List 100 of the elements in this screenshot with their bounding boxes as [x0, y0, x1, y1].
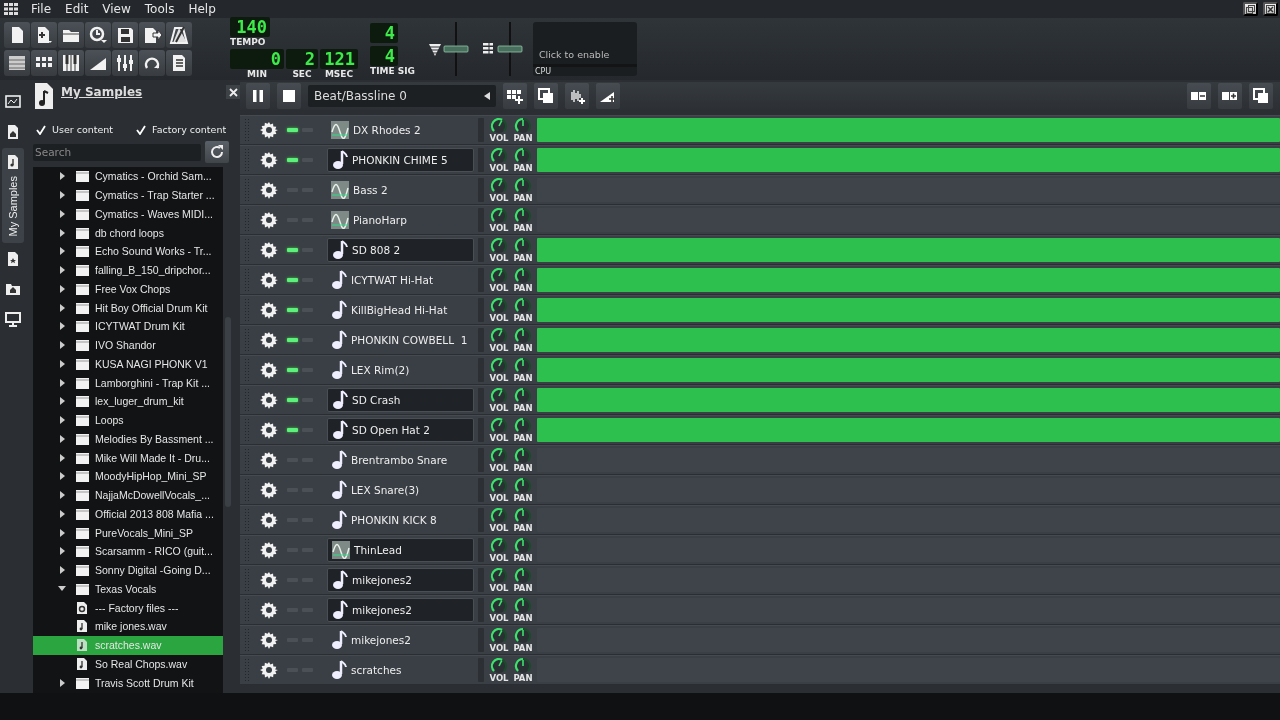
volume-knob[interactable] [490, 177, 508, 194]
tree-item[interactable]: Melodies By Bassment ... [33, 429, 223, 449]
template-button[interactable] [31, 22, 57, 48]
clone-steps-button[interactable] [1249, 83, 1273, 109]
track-name-button[interactable]: ThinLead [327, 538, 474, 562]
tree-item[interactable]: Cymatics - Waves MIDI... [33, 204, 223, 224]
pattern-clip[interactable] [537, 238, 1280, 262]
volume-knob[interactable] [490, 627, 508, 644]
app-grid-icon[interactable] [4, 3, 18, 15]
recent-button[interactable] [85, 22, 111, 48]
volume-knob[interactable] [490, 597, 508, 614]
tree-item[interactable]: PureVocals_Mini_SP [33, 523, 223, 542]
mute-toggle[interactable] [287, 398, 298, 402]
track-name-button[interactable]: KillBigHead Hi-Hat [327, 298, 474, 322]
tree-item[interactable]: Echo Sound Works - Tr... [33, 242, 223, 261]
pattern-clip[interactable] [537, 148, 1280, 172]
pan-knob[interactable] [514, 327, 532, 344]
pan-knob[interactable] [514, 147, 532, 164]
pan-knob[interactable] [514, 507, 532, 524]
tree-item[interactable]: Cymatics - Orchid Sam... [33, 167, 223, 186]
pan-knob[interactable] [514, 297, 532, 314]
tree-item[interactable]: ICYTWAT Drum Kit [33, 317, 223, 336]
search-field[interactable]: Search [33, 143, 201, 161]
settings-icon[interactable] [260, 301, 278, 319]
metronome-button[interactable] [166, 22, 192, 48]
pattern-clip[interactable] [537, 358, 1280, 382]
menu-item[interactable]: File [24, 2, 59, 16]
tree-item[interactable]: Hit Boy Official Drum Kit [33, 298, 223, 317]
track-name-button[interactable]: PHONKIN CHIME 5 [327, 148, 474, 172]
menu-item[interactable]: View [95, 2, 138, 16]
mute-toggle[interactable] [287, 308, 298, 312]
volume-knob[interactable] [490, 537, 508, 554]
caret-right-icon[interactable] [58, 228, 66, 237]
pattern-dropdown[interactable]: Beat/Bassline 0 [308, 85, 496, 107]
sidebar-tab[interactable]: My Samples [2, 148, 24, 243]
settings-icon[interactable] [260, 601, 278, 619]
settings-icon[interactable] [260, 571, 278, 589]
track-name-button[interactable]: mikejones2 [327, 628, 474, 652]
tree-item[interactable]: IVO Shandor [33, 335, 223, 355]
refresh-button[interactable] [205, 141, 229, 163]
track-name-button[interactable]: SD Crash [327, 388, 474, 412]
cpu-graph[interactable]: Click to enable CPU [532, 22, 637, 76]
pan-knob[interactable] [514, 417, 532, 434]
caret-right-icon[interactable] [58, 453, 66, 462]
tree-item[interactable]: Free Vox Chops [33, 279, 223, 299]
tree-item[interactable]: Mike Will Made It - Dru... [33, 448, 223, 467]
pan-knob[interactable] [514, 657, 532, 674]
settings-icon[interactable] [260, 331, 278, 349]
save-button[interactable] [112, 22, 138, 48]
settings-icon[interactable] [260, 481, 278, 499]
settings-icon[interactable] [260, 181, 278, 199]
pan-knob[interactable] [514, 597, 532, 614]
volume-knob[interactable] [490, 357, 508, 374]
tree-item[interactable]: Lamborghini - Trap Kit ... [33, 373, 223, 392]
pan-knob[interactable] [514, 207, 532, 224]
track-name-button[interactable]: LEX Snare(3) [327, 478, 474, 502]
track-name-button[interactable]: SD Open Hat 2 [327, 418, 474, 442]
settings-icon[interactable] [260, 451, 278, 469]
caret-right-icon[interactable] [58, 172, 66, 181]
track-name-button[interactable]: mikejones2 [327, 598, 474, 622]
tree-item[interactable]: Travis Scott Drum Kit [33, 673, 223, 692]
settings-icon[interactable] [260, 631, 278, 649]
restore-button[interactable] [1243, 2, 1258, 16]
checkbox[interactable] [35, 124, 46, 135]
tree-item[interactable]: MoodyHipHop_Mini_SP [33, 467, 223, 486]
track-name-button[interactable]: ICYTWAT Hi-Hat [327, 268, 474, 292]
track-name-button[interactable]: LEX Rim(2) [327, 358, 474, 382]
tree-item[interactable]: Scarsamm - RICO (guit... [33, 542, 223, 561]
volume-knob[interactable] [490, 267, 508, 284]
export-button[interactable] [139, 22, 165, 48]
clone-button[interactable] [534, 83, 558, 109]
pan-knob[interactable] [514, 177, 532, 194]
tree-item[interactable]: Loops [33, 410, 223, 430]
pan-knob[interactable] [514, 627, 532, 644]
mute-toggle[interactable] [287, 338, 298, 342]
close-button[interactable] [226, 85, 240, 99]
settings-icon[interactable] [260, 661, 278, 679]
settings-icon[interactable] [260, 241, 278, 259]
tree-item[interactable]: KUSA NAGI PHONK V1 [33, 354, 223, 374]
settings-icon[interactable] [260, 541, 278, 559]
tree-item[interactable]: db chord loops [33, 223, 223, 242]
volume-knob[interactable] [490, 567, 508, 584]
notes-button[interactable] [166, 50, 192, 76]
mixer-button[interactable] [112, 50, 138, 76]
master-volume-slider[interactable] [442, 22, 469, 76]
caret-right-icon[interactable] [58, 678, 66, 687]
settings-icon[interactable] [260, 151, 278, 169]
mute-toggle[interactable] [287, 158, 298, 162]
song-editor-button[interactable] [4, 50, 30, 76]
remove-steps-button[interactable] [1187, 83, 1211, 109]
mute-toggle[interactable] [287, 278, 298, 282]
beat-editor-button[interactable] [31, 50, 57, 76]
mute-toggle[interactable] [287, 128, 298, 132]
new-file-button[interactable] [4, 22, 30, 48]
settings-icon[interactable] [260, 421, 278, 439]
pattern-clip[interactable] [537, 268, 1280, 292]
volume-knob[interactable] [490, 297, 508, 314]
close-button[interactable] [1263, 2, 1278, 16]
caret-down-icon[interactable] [58, 584, 66, 593]
pattern-clip[interactable] [537, 328, 1280, 352]
